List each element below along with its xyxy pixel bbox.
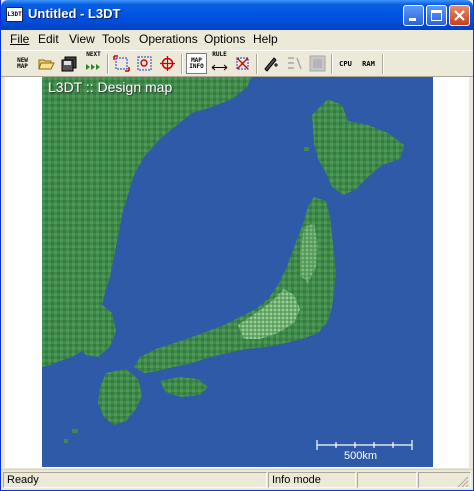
status-bar: Ready Info mode — [1, 469, 473, 490]
resize-grip-icon — [457, 476, 469, 488]
pencil-icon — [264, 57, 278, 72]
select-button[interactable] — [111, 53, 132, 74]
island — [64, 439, 68, 443]
island — [72, 429, 78, 433]
minimize-button[interactable] — [403, 5, 424, 26]
open-folder-icon — [38, 59, 55, 70]
next-arrows-icon — [86, 63, 100, 70]
disabled-tool-button[interactable] — [284, 53, 305, 74]
size-grip[interactable] — [418, 472, 471, 488]
toolbar-separator — [107, 54, 109, 74]
open-button[interactable] — [36, 53, 57, 74]
island — [304, 147, 309, 151]
ruler-arrow-icon — [211, 64, 228, 70]
minimize-icon — [409, 18, 416, 21]
selection-icon — [113, 55, 130, 72]
toolbar: NEW MAP NEXT MAP INFO RULE CPU RAM — [1, 50, 473, 77]
menu-view[interactable]: View — [69, 32, 95, 46]
new-map-label: NEW MAP — [17, 56, 28, 70]
menu-bar: File Edit View Tools Operations Options … — [1, 30, 473, 49]
toolbar-separator — [382, 54, 384, 74]
design-map[interactable] — [42, 77, 433, 467]
ram-button[interactable]: RAM — [358, 53, 379, 74]
close-button[interactable] — [449, 5, 470, 26]
scale-label: 500km — [344, 450, 378, 462]
crop-button[interactable] — [232, 53, 253, 74]
window-title: Untitled - L3DT — [28, 6, 121, 21]
target-button[interactable] — [157, 53, 178, 74]
crosshair-icon — [160, 56, 175, 71]
rule-button[interactable]: RULE — [209, 50, 230, 74]
menu-operations[interactable]: Operations — [139, 32, 198, 46]
map-info-label: MAP INFO — [189, 56, 204, 70]
disabled-view-button[interactable] — [307, 53, 328, 74]
disabled-view-icon — [309, 55, 326, 72]
app-icon: L3DT — [6, 7, 23, 22]
ram-label: RAM — [362, 59, 375, 68]
status-message: Ready — [3, 472, 267, 488]
menu-tools[interactable]: Tools — [102, 32, 130, 46]
map-info-button[interactable]: MAP INFO — [186, 53, 207, 74]
toolbar-separator — [331, 54, 333, 74]
crop-icon — [236, 57, 249, 70]
app-window: L3DT Untitled - L3DT File Edit View Tool… — [0, 0, 474, 491]
status-mode: Info mode — [268, 472, 356, 488]
new-map-button[interactable]: NEW MAP — [12, 53, 33, 74]
maximize-icon — [431, 10, 442, 21]
close-icon — [454, 10, 465, 21]
edit-tool-button[interactable] — [260, 53, 281, 74]
next-button[interactable]: NEXT — [83, 50, 104, 74]
menu-help[interactable]: Help — [253, 32, 278, 46]
next-label: NEXT — [86, 50, 101, 58]
map-title-overlay: L3DT :: Design map — [48, 79, 173, 95]
toolbar-separator — [256, 54, 258, 74]
status-pane-empty — [357, 472, 417, 488]
rule-label: RULE — [212, 50, 227, 58]
title-bar[interactable]: L3DT Untitled - L3DT — [1, 0, 473, 30]
maximize-button[interactable] — [426, 5, 447, 26]
toolbar-separator — [181, 54, 183, 74]
cpu-label: CPU — [339, 59, 352, 68]
save-button[interactable] — [59, 53, 80, 74]
menu-options[interactable]: Options — [204, 32, 245, 46]
save-icon — [61, 56, 77, 71]
cpu-button[interactable]: CPU — [335, 53, 356, 74]
zoom-select-button[interactable] — [134, 53, 155, 74]
zoom-selection-icon — [137, 56, 152, 71]
disabled-tool-icon — [288, 57, 302, 70]
menu-file[interactable]: File — [10, 32, 29, 46]
menu-edit[interactable]: Edit — [38, 32, 59, 46]
